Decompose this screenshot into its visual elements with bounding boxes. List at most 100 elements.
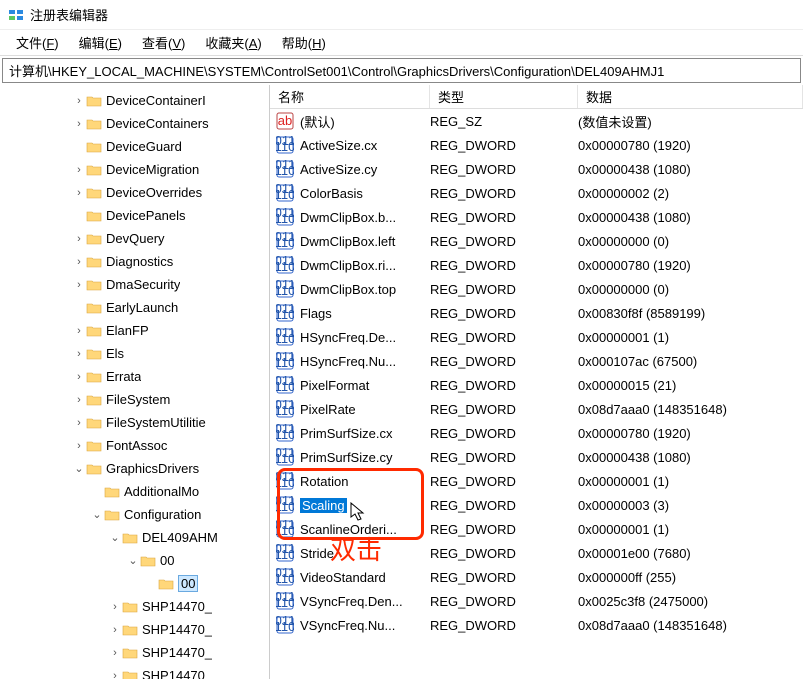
tree-twisty-icon[interactable]: › [72,440,86,452]
value-row-PixelRate[interactable]: 011110PixelRateREG_DWORD0x08d7aaa0 (1483… [270,397,803,421]
tree-twisty-icon[interactable]: › [108,601,122,613]
tree-item-label: FileSystemUtilitie [106,415,206,430]
value-row-Scaling[interactable]: 011110ScalingREG_DWORD0x00000003 (3) [270,493,803,517]
values-pane[interactable]: 名称 类型 数据 ab(默认)REG_SZ(数值未设置)011110Active… [270,85,803,679]
tree-item-SHP14470_[interactable]: ›SHP14470_ [0,618,269,641]
tree-item-DeviceMigration[interactable]: ›DeviceMigration [0,158,269,181]
tree-item-DevicePanels[interactable]: DevicePanels [0,204,269,227]
value-row-VSyncFreq.Den...[interactable]: 011110VSyncFreq.Den...REG_DWORD0x0025c3f… [270,589,803,613]
value-row-(默认)[interactable]: ab(默认)REG_SZ(数值未设置) [270,109,803,133]
value-data: 0x0025c3f8 (2475000) [578,594,803,609]
tree-twisty-icon[interactable]: › [72,95,86,107]
menubar: 文件(F)编辑(E)查看(V)收藏夹(A)帮助(H) [0,30,803,56]
value-name: PixelRate [300,402,430,417]
value-name: HSyncFreq.Nu... [300,354,430,369]
menu-查看[interactable]: 查看(V) [132,31,195,54]
tree-twisty-icon[interactable]: ⌄ [90,508,104,521]
tree-item-DeviceContainerI[interactable]: ›DeviceContainerI [0,89,269,112]
tree-item-AdditionalMo[interactable]: AdditionalMo [0,480,269,503]
tree-item-Els[interactable]: ›Els [0,342,269,365]
menu-收藏夹[interactable]: 收藏夹(A) [195,31,271,54]
tree-twisty-icon[interactable]: ⌄ [72,462,86,475]
tree-twisty-icon[interactable]: › [72,256,86,268]
tree-twisty-icon[interactable]: › [72,233,86,245]
tree-item-FileSystem[interactable]: ›FileSystem [0,388,269,411]
value-name: PrimSurfSize.cy [300,450,430,465]
menu-文件[interactable]: 文件(F) [6,31,69,54]
svg-text:110: 110 [276,619,294,634]
tree-twisty-icon[interactable]: › [108,670,122,679]
tree-item-Configuration[interactable]: ⌄Configuration [0,503,269,526]
tree-item-label: FontAssoc [106,438,167,453]
col-header-data[interactable]: 数据 [578,85,803,108]
tree-twisty-icon[interactable]: › [108,624,122,636]
tree-twisty-icon[interactable]: › [72,371,86,383]
tree-twisty-icon[interactable]: › [108,647,122,659]
tree-item-FontAssoc[interactable]: › FontAssoc [0,434,269,457]
value-row-ActiveSize.cy[interactable]: 011110ActiveSize.cyREG_DWORD0x00000438 (… [270,157,803,181]
value-row-Stride[interactable]: 011110StrideREG_DWORD0x00001e00 (7680) [270,541,803,565]
tree-twisty-icon[interactable]: › [72,118,86,130]
tree-twisty-icon[interactable]: › [72,325,86,337]
tree-item-DEL409AHM[interactable]: ⌄DEL409AHM [0,526,269,549]
value-name: PrimSurfSize.cx [300,426,430,441]
value-type: REG_DWORD [430,474,578,489]
col-header-type[interactable]: 类型 [430,85,578,108]
tree-twisty-icon[interactable]: › [72,187,86,199]
tree-twisty-icon[interactable]: › [72,417,86,429]
tree-item-Errata[interactable]: ›Errata [0,365,269,388]
value-row-HSyncFreq.De...[interactable]: 011110HSyncFreq.De...REG_DWORD0x00000001… [270,325,803,349]
tree-item-00[interactable]: ⌄00 [0,549,269,572]
tree-twisty-icon[interactable]: › [72,394,86,406]
value-row-HSyncFreq.Nu...[interactable]: 011110HSyncFreq.Nu...REG_DWORD0x000107ac… [270,349,803,373]
tree-item-DmaSecurity[interactable]: › DmaSecurity [0,273,269,296]
tree-item-GraphicsDrivers[interactable]: ⌄ GraphicsDrivers [0,457,269,480]
tree-item-DeviceContainers[interactable]: ›DeviceContainers [0,112,269,135]
tree-twisty-icon[interactable]: › [72,164,86,176]
value-type: REG_DWORD [430,378,578,393]
value-row-DwmClipBox.b...[interactable]: 011110DwmClipBox.b...REG_DWORD0x00000438… [270,205,803,229]
value-row-DwmClipBox.left[interactable]: 011110DwmClipBox.leftREG_DWORD0x00000000… [270,229,803,253]
tree-item-FileSystemUtilitie[interactable]: › FileSystemUtilitie [0,411,269,434]
value-data: 0x00000003 (3) [578,498,803,513]
tree-item-DevQuery[interactable]: ›DevQuery [0,227,269,250]
value-type: REG_DWORD [430,522,578,537]
value-row-Rotation[interactable]: 011110RotationREG_DWORD0x00000001 (1) [270,469,803,493]
value-data: 0x00000015 (21) [578,378,803,393]
value-row-ColorBasis[interactable]: 011110ColorBasisREG_DWORD0x00000002 (2) [270,181,803,205]
tree-twisty-icon[interactable]: › [72,348,86,360]
tree-twisty-icon[interactable]: ⌄ [108,531,122,544]
tree-twisty-icon[interactable]: › [72,279,86,291]
value-row-ActiveSize.cx[interactable]: 011110ActiveSize.cxREG_DWORD0x00000780 (… [270,133,803,157]
tree-item-Diagnostics[interactable]: ›Diagnostics [0,250,269,273]
value-row-DwmClipBox.ri...[interactable]: 011110DwmClipBox.ri...REG_DWORD0x0000078… [270,253,803,277]
value-row-ScanlineOrderi...[interactable]: 011110ScanlineOrderi...REG_DWORD0x000000… [270,517,803,541]
tree-item-EarlyLaunch[interactable]: EarlyLaunch [0,296,269,319]
menu-编辑[interactable]: 编辑(E) [69,31,132,54]
svg-text:110: 110 [276,187,294,202]
tree-item-label: GraphicsDrivers [106,461,199,476]
address-bar[interactable]: 计算机\HKEY_LOCAL_MACHINE\SYSTEM\ControlSet… [2,58,801,83]
tree-twisty-icon[interactable]: ⌄ [126,554,140,567]
menu-帮助[interactable]: 帮助(H) [272,31,336,54]
col-header-name[interactable]: 名称 [270,85,430,108]
value-row-PixelFormat[interactable]: 011110PixelFormatREG_DWORD0x00000015 (21… [270,373,803,397]
value-row-DwmClipBox.top[interactable]: 011110DwmClipBox.topREG_DWORD0x00000000 … [270,277,803,301]
value-row-VSyncFreq.Nu...[interactable]: 011110VSyncFreq.Nu...REG_DWORD0x08d7aaa0… [270,613,803,637]
value-row-PrimSurfSize.cx[interactable]: 011110PrimSurfSize.cxREG_DWORD0x00000780… [270,421,803,445]
tree-item-SHP14470_[interactable]: ›SHP14470_ [0,641,269,664]
tree-pane[interactable]: ›DeviceContainerI›DeviceContainersDevice… [0,85,270,679]
value-row-Flags[interactable]: 011110FlagsREG_DWORD0x00830f8f (8589199) [270,301,803,325]
value-data: 0x00000438 (1080) [578,162,803,177]
tree-item-SHP14470_[interactable]: › SHP14470_ [0,595,269,618]
tree-item-label: SHP14470_ [142,599,212,614]
tree-item-DeviceOverrides[interactable]: ›DeviceOverrides [0,181,269,204]
tree-item-DeviceGuard[interactable]: DeviceGuard [0,135,269,158]
tree-item-SHP14470[interactable]: ›SHP14470 [0,664,269,679]
tree-item-00[interactable]: 00 [0,572,269,595]
tree-item-label: DmaSecurity [106,277,180,292]
value-row-VideoStandard[interactable]: 011110VideoStandardREG_DWORD0x000000ff (… [270,565,803,589]
tree-item-ElanFP[interactable]: ›ElanFP [0,319,269,342]
value-type: REG_DWORD [430,594,578,609]
value-row-PrimSurfSize.cy[interactable]: 011110PrimSurfSize.cyREG_DWORD0x00000438… [270,445,803,469]
